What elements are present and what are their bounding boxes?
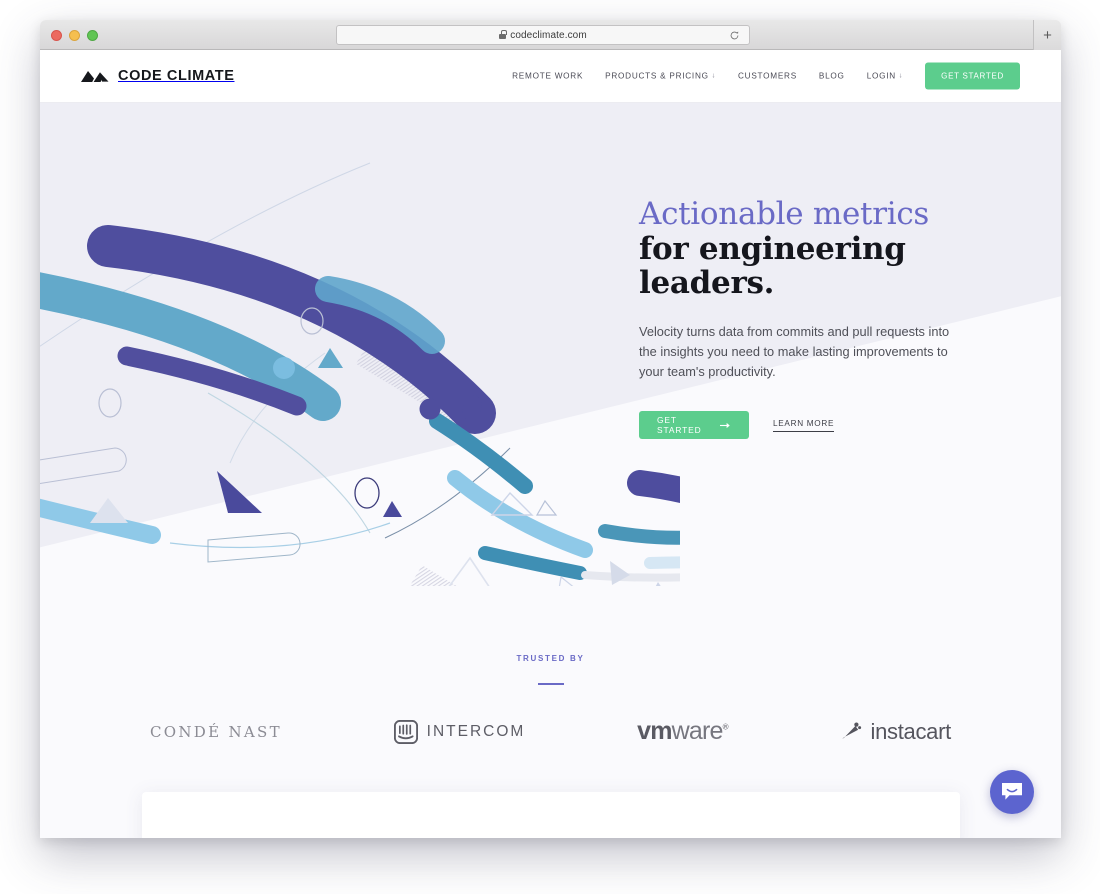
nav-label: PRODUCTS & PRICING bbox=[605, 71, 709, 81]
mountain-peaks-icon bbox=[81, 71, 109, 82]
header-get-started-button[interactable]: GET STARTED bbox=[925, 62, 1020, 90]
hero-cta-label: GET STARTED bbox=[657, 415, 702, 436]
hero-actions: GET STARTED LEARN MORE bbox=[639, 411, 999, 440]
logo-conde-nast: CONDÉ NAST bbox=[150, 723, 282, 741]
close-window-button[interactable] bbox=[51, 30, 62, 41]
hero-section: Actionable metrics for engineering leade… bbox=[40, 103, 1061, 586]
trusted-by-label: TRUSTED BY bbox=[516, 654, 585, 663]
browser-window: codeclimate.com + CODE CLIMATE REMOTE WO… bbox=[40, 20, 1061, 838]
url-text-wrapper: codeclimate.com bbox=[499, 29, 587, 41]
carrot-icon bbox=[841, 722, 861, 739]
nav-label: BLOG bbox=[818, 71, 845, 81]
logo-vmware-text: vmware® bbox=[637, 717, 728, 746]
hero-title-line-1: Actionable metrics bbox=[639, 196, 929, 232]
hero-get-started-button[interactable]: GET STARTED bbox=[639, 411, 749, 440]
intercom-chat-launcher[interactable] bbox=[990, 770, 1034, 814]
arrow-right-icon bbox=[719, 422, 730, 428]
nav-item-customers[interactable]: CUSTOMERS bbox=[738, 72, 797, 81]
logo-instacart-text: instacart bbox=[870, 718, 952, 744]
nav-item-blog[interactable]: BLOG bbox=[819, 72, 845, 81]
abstract-data-streams-illustration bbox=[40, 162, 680, 586]
logo-intercom-text: INTERCOM bbox=[426, 722, 526, 740]
maximize-window-button[interactable] bbox=[87, 30, 98, 41]
nav-label: LOGIN bbox=[866, 71, 896, 81]
nav-label: REMOTE WORK bbox=[512, 71, 584, 81]
logo-vmware: vmware® bbox=[637, 717, 728, 746]
logo-intercom: INTERCOM bbox=[393, 719, 526, 744]
logo-conde-nast-text: CONDÉ NAST bbox=[150, 722, 282, 741]
chevron-down-icon: ↓ bbox=[898, 72, 904, 80]
bottom-content-card bbox=[142, 792, 960, 838]
brand-name: CODE CLIMATE bbox=[118, 68, 235, 84]
new-tab-button[interactable]: + bbox=[1033, 20, 1061, 50]
chat-bubble-smile-icon bbox=[1002, 783, 1022, 800]
trusted-by-divider bbox=[537, 683, 564, 685]
nav-item-login[interactable]: LOGIN ↓ bbox=[867, 72, 903, 81]
page-viewport: CODE CLIMATE REMOTE WORK PRODUCTS & PRIC… bbox=[40, 50, 1061, 838]
main-navigation: REMOTE WORK PRODUCTS & PRICING ↓ CUSTOME… bbox=[512, 62, 1020, 90]
chevron-down-icon: ↓ bbox=[711, 72, 716, 80]
logo-vmware-bold: vm bbox=[637, 717, 672, 745]
customer-logos: CONDÉ NAST INTERCOM vmware® instacart bbox=[40, 717, 1061, 746]
logo-vmware-light: ware bbox=[671, 717, 724, 745]
minimize-window-button[interactable] bbox=[69, 30, 80, 41]
hero-copy: Actionable metrics for engineering leade… bbox=[639, 197, 999, 440]
hero-subtitle: Velocity turns data from commits and pul… bbox=[639, 324, 950, 380]
logo-vmware-mark: ® bbox=[722, 722, 729, 732]
window-controls bbox=[51, 30, 98, 41]
hero-title: Actionable metrics for engineering leade… bbox=[639, 197, 999, 301]
hero-title-line-2: for engineering leaders. bbox=[639, 230, 906, 302]
reload-icon[interactable] bbox=[729, 30, 740, 41]
url-text: codeclimate.com bbox=[510, 29, 587, 41]
nav-label: CUSTOMERS bbox=[738, 71, 797, 81]
browser-titlebar: codeclimate.com + bbox=[40, 20, 1061, 50]
brand-logo-link[interactable]: CODE CLIMATE bbox=[81, 68, 234, 84]
site-header: CODE CLIMATE REMOTE WORK PRODUCTS & PRIC… bbox=[40, 50, 1061, 103]
lock-icon bbox=[499, 29, 507, 39]
trusted-by-section: TRUSTED BY CONDÉ NAST INTERCOM vmware® i… bbox=[40, 586, 1061, 746]
intercom-icon bbox=[393, 719, 418, 744]
address-bar[interactable]: codeclimate.com bbox=[336, 25, 750, 45]
hero-learn-more-link[interactable]: LEARN MORE bbox=[773, 419, 835, 432]
logo-instacart: instacart bbox=[840, 719, 951, 745]
nav-item-remote-work[interactable]: REMOTE WORK bbox=[512, 72, 583, 81]
nav-item-products-pricing[interactable]: PRODUCTS & PRICING ↓ bbox=[605, 72, 716, 81]
